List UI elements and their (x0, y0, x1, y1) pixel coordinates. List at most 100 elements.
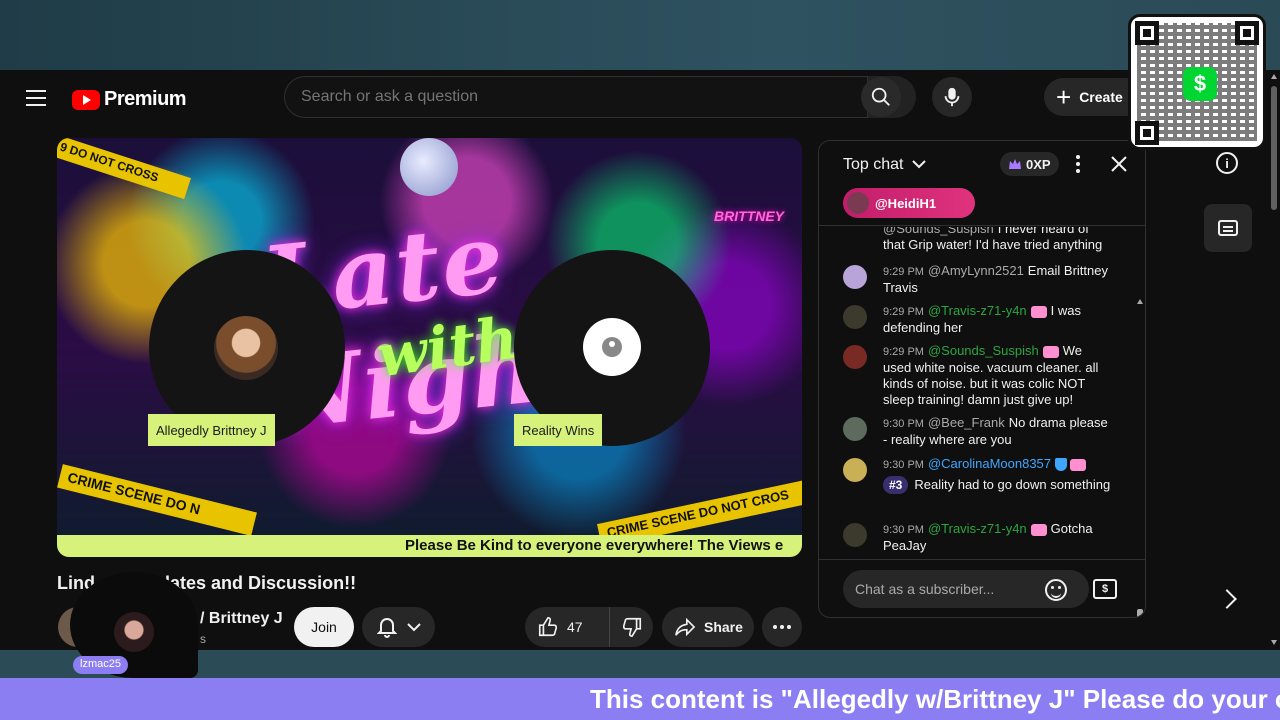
chat-header: Top chat 0XP (819, 141, 1145, 187)
chevron-down-icon (406, 623, 421, 632)
chat-author[interactable]: @Sounds_Suspish (883, 227, 994, 236)
guest-name-left: Allegedly Brittney J (148, 414, 275, 446)
member-badge-icon (1042, 345, 1059, 358)
crown-icon (1009, 159, 1021, 169)
youtube-live-page: Premium + Create 9 DO NOT CROSS Late Nig… (0, 70, 1280, 650)
chat-menu-button[interactable] (1070, 154, 1086, 174)
info-icon[interactable]: i (1216, 152, 1238, 174)
emoji-icon[interactable] (1045, 579, 1067, 601)
bell-icon (376, 618, 397, 638)
scroll-thumb[interactable] (1271, 86, 1277, 210)
chat-author[interactable]: @Travis-z71-y4n (928, 303, 1027, 318)
join-button[interactable]: Join (294, 607, 354, 647)
avatar[interactable] (843, 305, 867, 329)
chat-mode-dropdown[interactable]: Top chat (843, 156, 926, 174)
logo-text: Premium (104, 88, 187, 110)
youtube-premium-logo[interactable]: Premium (72, 88, 187, 111)
page-scrollbar[interactable] (1268, 70, 1280, 650)
scroll-up-arrow-icon[interactable] (1271, 74, 1277, 79)
scroll-up-arrow-icon[interactable] (1137, 299, 1143, 304)
search-box (284, 76, 868, 118)
chevron-right-icon[interactable] (1217, 589, 1237, 609)
chat-time: 9:30 PM (883, 524, 924, 536)
microphone-icon (944, 87, 960, 107)
super-chat-icon[interactable]: $ (1093, 579, 1117, 599)
more-actions-button[interactable] (762, 607, 802, 647)
qr-finder-bottom-left (1135, 121, 1159, 145)
rank-badge: #3 (883, 476, 909, 494)
share-button[interactable]: Share (662, 607, 754, 647)
artwork-brand: BRITTNEY (714, 208, 784, 224)
chat-text: Reality had to go down something (914, 477, 1111, 492)
pinned-chip[interactable]: @HeidiH1 (843, 188, 975, 218)
thumbs-up-icon (538, 617, 558, 637)
pinned-user: @HeidiH1 (875, 195, 937, 211)
share-icon (675, 617, 696, 637)
chat-author[interactable]: @Sounds_Suspish (928, 343, 1039, 358)
xp-value: 0XP (1026, 156, 1051, 172)
chat-author[interactable]: @AmyLynn2521 (928, 263, 1024, 278)
chat-author[interactable]: @CarolinaMoon8357 (928, 456, 1051, 471)
avatar (847, 192, 869, 214)
chat-time: 9:29 PM (883, 346, 924, 358)
crime-tape-top: 9 DO NOT CROSS (57, 138, 191, 200)
chat-divider (819, 225, 1145, 226)
chevron-down-icon (912, 160, 926, 169)
webcam-username-tag: lzmac25 (73, 656, 128, 674)
video-player[interactable]: 9 DO NOT CROSS Late Night with BRITTNEY … (57, 138, 802, 557)
channel-subscriber-count: s (200, 632, 206, 646)
moderator-shield-icon (1055, 458, 1068, 472)
live-chat-panel: Top chat 0XP @HeidiH1 @Sounds_Suspish I n… (818, 140, 1146, 618)
chat-time: 9:29 PM (883, 266, 924, 278)
guest-avatar (214, 316, 278, 380)
chat-time: 9:30 PM (883, 418, 924, 430)
dislike-button[interactable] (609, 607, 653, 647)
desktop-background-top (0, 0, 1280, 70)
avatar[interactable] (843, 265, 867, 289)
plus-icon: + (1056, 82, 1072, 112)
guest-name-right: Reality Wins (514, 414, 603, 446)
chat-author[interactable]: @Travis-z71-y4n (928, 521, 1027, 536)
like-button[interactable]: 47 (525, 607, 607, 647)
share-label: Share (704, 619, 743, 635)
cashapp-qr-code: $ (1128, 14, 1266, 150)
youtube-play-icon (72, 89, 100, 110)
chat-author[interactable]: @Bee_Frank (928, 415, 1005, 430)
scroll-down-arrow-icon[interactable] (1271, 640, 1277, 645)
crime-tape-bottom-left: CRIME SCENE DO N (57, 464, 257, 536)
member-badge-icon (1030, 523, 1047, 536)
chat-title: Top chat (843, 156, 904, 173)
stream-ticker: This content is "Allegedly w/Brittney J"… (0, 678, 1280, 720)
moon-artwork (400, 138, 458, 196)
voice-search-button[interactable] (932, 77, 972, 117)
stream-ticker-text: This content is "Allegedly w/Brittney J"… (590, 684, 1280, 714)
qr-finder-top-left (1135, 21, 1159, 45)
notifications-button[interactable] (362, 607, 435, 647)
channel-name[interactable]: / Brittney J (200, 610, 283, 628)
default-avatar-icon (583, 318, 641, 376)
chat-toggle-button[interactable] (1204, 204, 1252, 252)
like-dislike-group: 47 (525, 607, 653, 647)
player-ticker: Please Be Kind to everyone everywhere! T… (57, 535, 802, 557)
close-icon[interactable] (1107, 152, 1131, 176)
search-icon (861, 77, 901, 117)
chat-time: 9:30 PM (883, 459, 924, 471)
avatar[interactable] (843, 345, 867, 369)
member-badge-icon (1070, 458, 1087, 471)
avatar[interactable] (843, 417, 867, 441)
member-badge-icon (1030, 305, 1047, 318)
qr-finder-top-right (1235, 21, 1259, 45)
player-ticker-text: Please Be Kind to everyone everywhere! T… (405, 537, 784, 554)
chat-footer: $ (819, 559, 1145, 617)
chat-time: 9:29 PM (883, 306, 924, 318)
search-button[interactable] (861, 76, 916, 118)
menu-icon[interactable] (26, 90, 46, 106)
thumbs-down-icon (622, 617, 641, 637)
avatar[interactable] (843, 458, 867, 482)
like-count: 47 (567, 619, 583, 635)
xp-badge[interactable]: 0XP (1000, 152, 1059, 176)
avatar[interactable] (843, 523, 867, 547)
webcam-face (114, 612, 154, 652)
search-input[interactable] (301, 88, 841, 106)
create-label: Create (1079, 89, 1123, 105)
